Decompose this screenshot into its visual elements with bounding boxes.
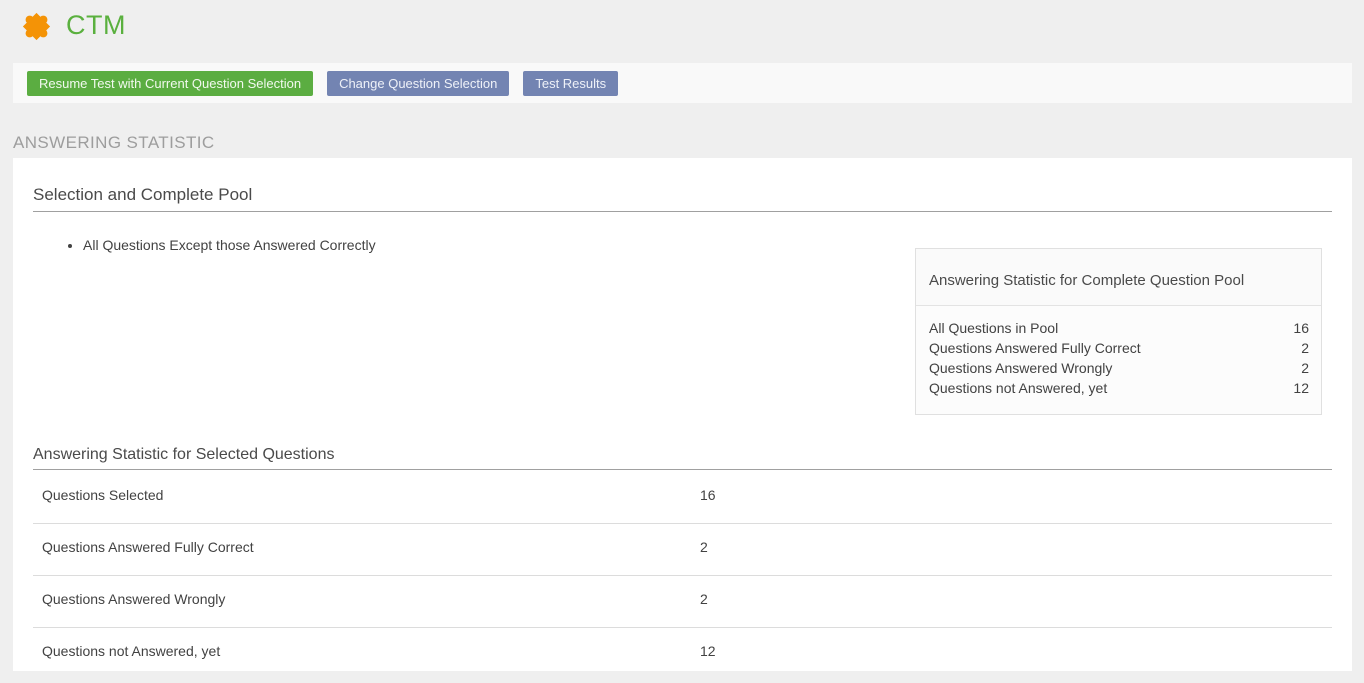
- stat-label: Questions not Answered, yet: [929, 378, 1107, 398]
- complete-pool-box: Answering Statistic for Complete Questio…: [915, 248, 1322, 415]
- pool-stat-row: Questions not Answered, yet 12: [929, 378, 1309, 398]
- stat-value: 12: [1293, 378, 1309, 398]
- table-row: Questions Answered Wrongly 2: [33, 576, 1332, 628]
- stat-value: 2: [1301, 358, 1309, 378]
- pool-stat-row: All Questions in Pool 16: [929, 318, 1309, 338]
- pool-box-title: Answering Statistic for Complete Questio…: [916, 249, 1321, 306]
- row-label: Questions Selected: [42, 487, 163, 503]
- table-row: Questions Selected 16: [33, 472, 1332, 524]
- puzzle-icon: [19, 9, 53, 43]
- table-row: Questions not Answered, yet 12: [33, 628, 1332, 680]
- pool-stat-row: Questions Answered Fully Correct 2: [929, 338, 1309, 358]
- stat-value: 2: [1301, 338, 1309, 358]
- section-title: ANSWERING STATISTIC: [13, 133, 215, 153]
- pool-stat-row: Questions Answered Wrongly 2: [929, 358, 1309, 378]
- row-value: 2: [700, 591, 708, 607]
- stat-label: Questions Answered Wrongly: [929, 358, 1112, 378]
- row-label: Questions Answered Fully Correct: [42, 539, 254, 555]
- change-question-selection-button[interactable]: Change Question Selection: [327, 71, 509, 96]
- row-value: 16: [700, 487, 716, 503]
- row-value: 12: [700, 643, 716, 659]
- selected-questions-heading: Answering Statistic for Selected Questio…: [33, 446, 1332, 470]
- toolbar: Resume Test with Current Question Select…: [13, 63, 1352, 103]
- row-label: Questions Answered Wrongly: [42, 591, 225, 607]
- answering-statistic-card: Selection and Complete Pool All Question…: [13, 158, 1352, 671]
- stat-value: 16: [1293, 318, 1309, 338]
- row-value: 2: [700, 539, 708, 555]
- selection-pool-heading: Selection and Complete Pool: [33, 185, 1332, 212]
- selected-stats-table: Questions Selected 16 Questions Answered…: [33, 472, 1332, 680]
- table-row: Questions Answered Fully Correct 2: [33, 524, 1332, 576]
- resume-test-button[interactable]: Resume Test with Current Question Select…: [27, 71, 313, 96]
- pool-box-body: All Questions in Pool 16 Questions Answe…: [916, 306, 1321, 414]
- stat-label: All Questions in Pool: [929, 318, 1058, 338]
- stat-label: Questions Answered Fully Correct: [929, 338, 1141, 358]
- test-results-button[interactable]: Test Results: [523, 71, 618, 96]
- selection-pool-section: All Questions Except those Answered Corr…: [33, 236, 1332, 446]
- app-title: CTM: [66, 10, 126, 41]
- row-label: Questions not Answered, yet: [42, 643, 220, 659]
